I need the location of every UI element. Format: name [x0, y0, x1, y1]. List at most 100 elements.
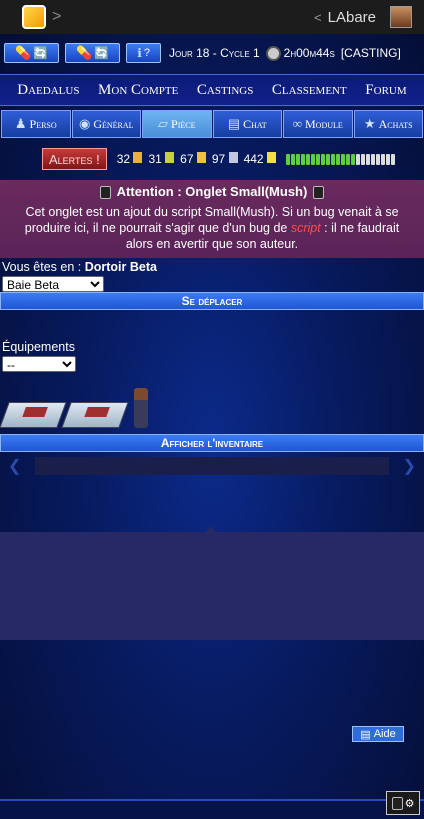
crew-alive-icon	[325, 153, 330, 165]
crew-alive-icon	[290, 153, 295, 165]
tab-module[interactable]: ∞ Module	[283, 110, 353, 138]
chevron-left-icon: <	[314, 9, 322, 25]
stat-2: 31	[148, 152, 176, 166]
tab-bar: ♟ Perso ◉ Général ▱ Pièce ▤ Chat ∞ Modul…	[0, 110, 424, 138]
bed-icon[interactable]	[61, 402, 129, 428]
info-button[interactable]: ℹ ?	[126, 43, 161, 63]
refresh-icon: 🔄	[33, 46, 49, 60]
crew-dead-icon	[355, 153, 360, 165]
floor-strip	[0, 799, 424, 819]
crew-alive-icon	[335, 153, 340, 165]
info-icon: ℹ	[137, 46, 142, 60]
cycle-timer: 2h00m44s	[265, 45, 335, 61]
crew-alive-icon	[285, 153, 290, 165]
crew-alive-icon	[345, 153, 350, 165]
avatar[interactable]	[390, 6, 412, 28]
oxygen-icon	[228, 152, 238, 163]
tab-label: Général	[93, 116, 134, 131]
flask-icon	[133, 152, 143, 163]
crew-alive-icon	[300, 153, 305, 165]
nav-item-mon-compte[interactable]: Mon Compte	[98, 82, 178, 99]
tab-achats[interactable]: ★ Achats	[353, 110, 423, 138]
tab-general[interactable]: ◉ Général	[71, 110, 141, 138]
user-menu[interactable]: < LAbare	[314, 0, 412, 34]
user-name[interactable]: LAbare	[328, 9, 376, 26]
stats-row: 💊 🔄 💊 🔄 ℹ ? Jour 18 - Cycle 1 2h00m44s […	[0, 34, 424, 72]
tab-label: Chat	[243, 116, 267, 131]
nav-item-classement[interactable]: Classement	[272, 82, 347, 99]
pill-icon: 💊	[76, 45, 93, 60]
day-cycle: Jour 18 - Cycle 1	[168, 46, 260, 60]
tab-perso[interactable]: ♟ Perso	[1, 110, 71, 138]
crew-alive-icon	[315, 153, 320, 165]
small-mush-icon	[99, 185, 111, 199]
equipment-select[interactable]: --	[2, 356, 76, 372]
settings-button[interactable]: ⚙	[386, 791, 420, 815]
tab-chat[interactable]: ▤ Chat	[212, 110, 282, 138]
twinoid-cube-icon[interactable]	[22, 5, 46, 29]
star-icon: ★	[363, 116, 376, 131]
crew-status	[285, 153, 395, 165]
glasses-icon: ∞	[292, 116, 302, 131]
fuel-icon	[165, 152, 175, 163]
timer-value: 2h00m44s	[283, 46, 335, 60]
action-points-button[interactable]: 💊 🔄	[4, 43, 60, 63]
triumph-icon	[266, 152, 276, 163]
book-icon: ▤	[227, 116, 241, 131]
location-section: Vous êtes en : Dortoir Beta Baie Beta	[0, 258, 424, 292]
location-line: Vous êtes en : Dortoir Beta	[2, 260, 157, 274]
room-icon: ▱	[158, 116, 169, 131]
crew-alive-icon	[295, 153, 300, 165]
inventory-strip	[35, 457, 389, 475]
stat-4: 97	[212, 152, 240, 166]
chevron-right-icon[interactable]: ❯	[403, 456, 416, 476]
tab-piece[interactable]: ▱ Pièce	[142, 110, 212, 138]
room-items	[0, 374, 424, 434]
help-button[interactable]: ▤ Aide	[352, 726, 404, 742]
crew-alive-icon	[305, 153, 310, 165]
inventory-carousel: ❮ ❯	[0, 452, 424, 480]
crew-alive-icon	[350, 153, 355, 165]
small-mush-icon	[313, 185, 325, 199]
book-icon: ▤	[360, 728, 371, 741]
move-button[interactable]: Se déplacer	[0, 292, 424, 310]
crew-dead-icon	[375, 153, 380, 165]
crew-alive-icon	[340, 153, 345, 165]
small-mush-icon	[391, 796, 403, 810]
chevron-left-icon[interactable]: ❮	[8, 456, 21, 476]
nav-item-forum[interactable]: Forum	[365, 82, 406, 99]
equipment-label: Équipements	[2, 340, 75, 354]
room-name: Dortoir Beta	[84, 260, 157, 274]
tab-label: Module	[305, 116, 343, 131]
crew-alive-icon	[320, 153, 325, 165]
stat-3: 67	[180, 152, 208, 166]
gear-icon: ⚙	[404, 797, 415, 810]
bed-icon[interactable]	[0, 402, 67, 428]
tab-label: Pièce	[171, 116, 196, 131]
crew-alive-icon	[310, 153, 315, 165]
warning-text: Cet onglet est un ajout du script Small(…	[24, 205, 400, 251]
room-select[interactable]: Baie Beta	[2, 276, 104, 292]
clock-icon	[265, 45, 281, 61]
alerts-button[interactable]: Alertes !	[42, 148, 107, 170]
tab-label: Perso	[29, 116, 57, 131]
warning-title: Attention : Onglet Small(Mush)	[10, 184, 414, 200]
alerts-row: Alertes ! 32 31 67 97 442	[0, 142, 424, 176]
top-bar: > < LAbare	[0, 0, 424, 34]
main-nav: Daedalus Mon Compte Castings Classement …	[0, 74, 424, 106]
stat-5: 442	[244, 152, 278, 166]
crew-dead-icon	[370, 153, 375, 165]
movement-points-button[interactable]: 💊 🔄	[65, 43, 121, 63]
chevron-right-icon[interactable]: >	[52, 8, 61, 26]
target-icon: ◉	[78, 116, 91, 131]
crew-dead-icon	[385, 153, 390, 165]
stat-1: 32	[117, 152, 145, 166]
show-inventory-button[interactable]: Afficher l'inventaire	[0, 434, 424, 452]
shield-icon	[196, 152, 206, 163]
nav-item-castings[interactable]: Castings	[197, 82, 253, 99]
casting-label[interactable]: [CASTING]	[341, 46, 401, 60]
item-detail-panel	[0, 526, 424, 640]
crew-alive-icon	[330, 153, 335, 165]
nav-item-daedalus[interactable]: Daedalus	[17, 82, 79, 99]
character-icon[interactable]	[134, 388, 148, 428]
